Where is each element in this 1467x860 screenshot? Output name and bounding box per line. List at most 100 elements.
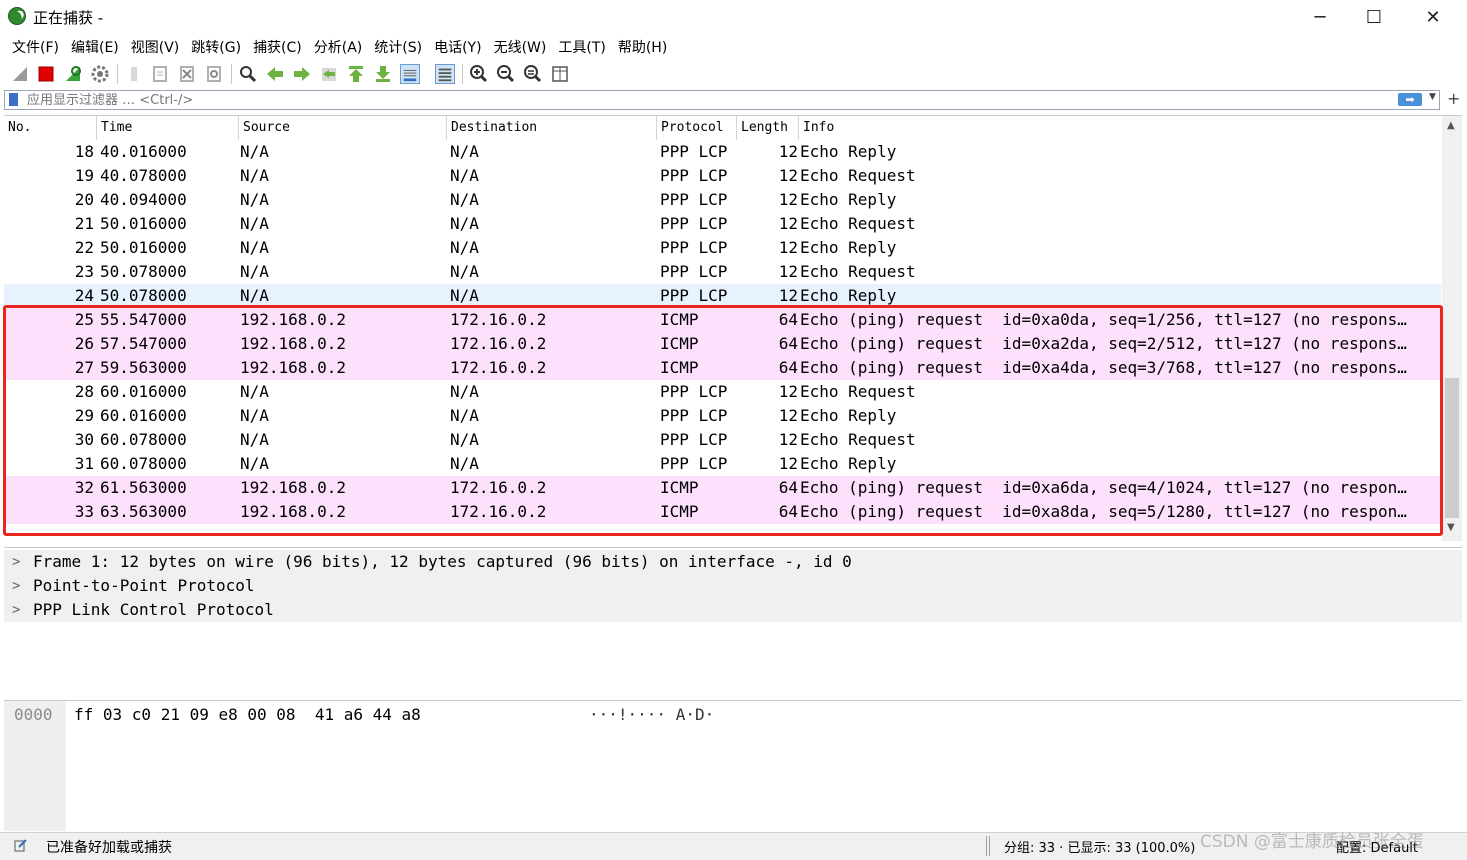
packet-destination: 172.16.0.2: [450, 478, 547, 497]
bytes-hex-dump[interactable]: ff 03 c0 21 09 e8 00 08 41 a6 44 a8: [74, 705, 421, 724]
packet-destination: 172.16.0.2: [450, 358, 547, 377]
packet-row[interactable]: 19 40.078000 N/A N/A PPP LCP 12 Echo Request: [4, 164, 1441, 188]
apply-filter-arrow-icon[interactable]: ➡: [1398, 93, 1422, 106]
bytes-ascii-dump[interactable]: ···!···· A·D·: [589, 705, 714, 724]
menu-file[interactable]: 文件(F): [8, 34, 67, 60]
packet-row[interactable]: 23 50.078000 N/A N/A PPP LCP 12 Echo Request: [4, 260, 1441, 284]
packet-row[interactable]: 33 63.563000 192.168.0.2 172.16.0.2 ICMP 64 Ec…: [4, 500, 1441, 524]
bookmark-icon[interactable]: [9, 93, 18, 106]
find-packet-magnifier-icon[interactable]: [238, 64, 258, 84]
packet-row[interactable]: 28 60.016000 N/A N/A PPP LCP 12 Echo Request: [4, 380, 1441, 404]
open-file-icon[interactable]: [124, 64, 144, 84]
packet-row[interactable]: 25 55.547000 192.168.0.2 172.16.0.2 ICMP 64 Ec…: [4, 308, 1441, 332]
packet-time: 55.547000: [100, 310, 187, 329]
packet-source: N/A: [240, 166, 269, 185]
chevron-right-icon[interactable]: >: [12, 574, 20, 598]
packet-length: 12: [778, 454, 798, 473]
display-filter-input[interactable]: [27, 91, 1387, 109]
packet-list-header: No. Time Source Destination Protocol Len…: [4, 116, 1441, 140]
zoom-out-icon[interactable]: [496, 64, 516, 84]
packet-row[interactable]: 27 59.563000 192.168.0.2 172.16.0.2 ICMP 64 Ec…: [4, 356, 1441, 380]
column-header-destination[interactable]: Destination: [446, 116, 656, 140]
packet-row[interactable]: 20 40.094000 N/A N/A PPP LCP 12 Echo Reply: [4, 188, 1441, 212]
resize-columns-icon[interactable]: [550, 64, 570, 84]
maximize-button[interactable]: ☐: [1345, 0, 1403, 34]
close-file-icon[interactable]: [177, 64, 197, 84]
restart-capture-icon[interactable]: [63, 64, 83, 84]
packet-length: 12: [778, 166, 798, 185]
start-capture-fin-icon[interactable]: [10, 64, 30, 84]
packet-info: Echo (ping) request id=0xa4da, seq=3/768…: [800, 358, 1407, 377]
reload-file-icon[interactable]: [204, 64, 224, 84]
scroll-up-arrow-icon[interactable]: ▲: [1447, 120, 1455, 131]
packet-protocol: PPP LCP: [660, 166, 728, 185]
packet-no: 26: [74, 334, 94, 353]
edit-comment-icon[interactable]: [14, 838, 28, 852]
packet-destination: 172.16.0.2: [450, 334, 547, 353]
packet-destination: N/A: [450, 382, 479, 401]
first-packet-arrow-icon[interactable]: [346, 64, 366, 84]
packet-info: Echo Request: [800, 382, 916, 401]
packet-row[interactable]: 22 50.016000 N/A N/A PPP LCP 12 Echo Reply: [4, 236, 1441, 260]
menu-go[interactable]: 跳转(G): [187, 34, 249, 60]
chevron-right-icon[interactable]: >: [12, 550, 20, 574]
packet-row[interactable]: 32 61.563000 192.168.0.2 172.16.0.2 ICMP 64 Ec…: [4, 476, 1441, 500]
chevron-right-icon[interactable]: >: [12, 598, 20, 622]
menu-statistics[interactable]: 统计(S): [370, 34, 430, 60]
column-header-info[interactable]: Info: [798, 116, 1441, 140]
menu-wireless[interactable]: 无线(W): [490, 34, 555, 60]
packet-row[interactable]: 30 60.078000 N/A N/A PPP LCP 12 Echo Request: [4, 428, 1441, 452]
menu-help[interactable]: 帮助(H): [614, 34, 675, 60]
scrollbar-thumb[interactable]: [1445, 378, 1459, 518]
menu-edit[interactable]: 编辑(E): [67, 34, 127, 60]
toolbar-separator: [231, 64, 232, 84]
packet-row[interactable]: 31 60.078000 N/A N/A PPP LCP 12 Echo Reply: [4, 452, 1441, 476]
packet-source: N/A: [240, 190, 269, 209]
minimize-button[interactable]: ─: [1291, 0, 1349, 34]
save-file-icon[interactable]: [150, 64, 170, 84]
menu-telephony[interactable]: 电话(Y): [430, 34, 489, 60]
packet-protocol: PPP LCP: [660, 430, 728, 449]
column-header-length[interactable]: Length: [736, 116, 798, 140]
filter-history-dropdown-icon[interactable]: ▼: [1429, 92, 1436, 102]
packet-row[interactable]: 26 57.547000 192.168.0.2 172.16.0.2 ICMP 64 Ec…: [4, 332, 1441, 356]
packet-row[interactable]: 24 50.078000 N/A N/A PPP LCP 12 Echo Reply: [4, 284, 1441, 308]
autoscroll-icon[interactable]: [400, 64, 420, 84]
column-header-protocol[interactable]: Protocol: [656, 116, 736, 140]
go-to-packet-icon[interactable]: [319, 64, 339, 84]
menu-capture[interactable]: 捕获(C): [249, 34, 310, 60]
packet-row[interactable]: 21 50.016000 N/A N/A PPP LCP 12 Echo Request: [4, 212, 1441, 236]
packet-row[interactable]: 18 40.016000 N/A N/A PPP LCP 12 Echo Reply: [4, 140, 1441, 164]
column-header-source[interactable]: Source: [238, 116, 446, 140]
go-back-arrow-icon[interactable]: [265, 64, 285, 84]
go-forward-arrow-icon[interactable]: [292, 64, 312, 84]
zoom-normal-icon[interactable]: [523, 64, 543, 84]
capture-options-gear-icon[interactable]: [90, 64, 110, 84]
menu-view[interactable]: 视图(V): [127, 34, 188, 60]
stop-capture-icon[interactable]: [36, 64, 56, 84]
last-packet-arrow-icon[interactable]: [373, 64, 393, 84]
packet-list-scrollbar[interactable]: ▲ ▼: [1442, 116, 1462, 541]
add-filter-button[interactable]: +: [1447, 89, 1460, 108]
column-header-no[interactable]: No.: [4, 116, 96, 140]
packet-protocol: PPP LCP: [660, 406, 728, 425]
packet-protocol: PPP LCP: [660, 382, 728, 401]
scroll-down-arrow-icon[interactable]: ▼: [1447, 522, 1455, 533]
menu-analyze[interactable]: 分析(A): [310, 34, 371, 60]
packet-info: Echo Reply: [800, 286, 897, 305]
packet-info: Echo Reply: [800, 142, 897, 161]
detail-tree-item[interactable]: > Frame 1: 12 bytes on wire (96 bits), 1…: [4, 550, 1462, 574]
packet-time: 50.078000: [100, 286, 187, 305]
close-button[interactable]: ✕: [1404, 0, 1462, 34]
menu-tools[interactable]: 工具(T): [554, 34, 613, 60]
column-header-time[interactable]: Time: [96, 116, 238, 140]
colorize-packets-icon[interactable]: [435, 64, 455, 84]
status-separator: [986, 836, 990, 856]
packet-time: 50.016000: [100, 214, 187, 233]
detail-tree-item[interactable]: > PPP Link Control Protocol: [4, 598, 1462, 622]
zoom-in-icon[interactable]: [469, 64, 489, 84]
packet-source: 192.168.0.2: [240, 478, 346, 497]
packet-source: N/A: [240, 406, 269, 425]
packet-row[interactable]: 29 60.016000 N/A N/A PPP LCP 12 Echo Reply: [4, 404, 1441, 428]
detail-tree-item[interactable]: > Point-to-Point Protocol: [4, 574, 1462, 598]
